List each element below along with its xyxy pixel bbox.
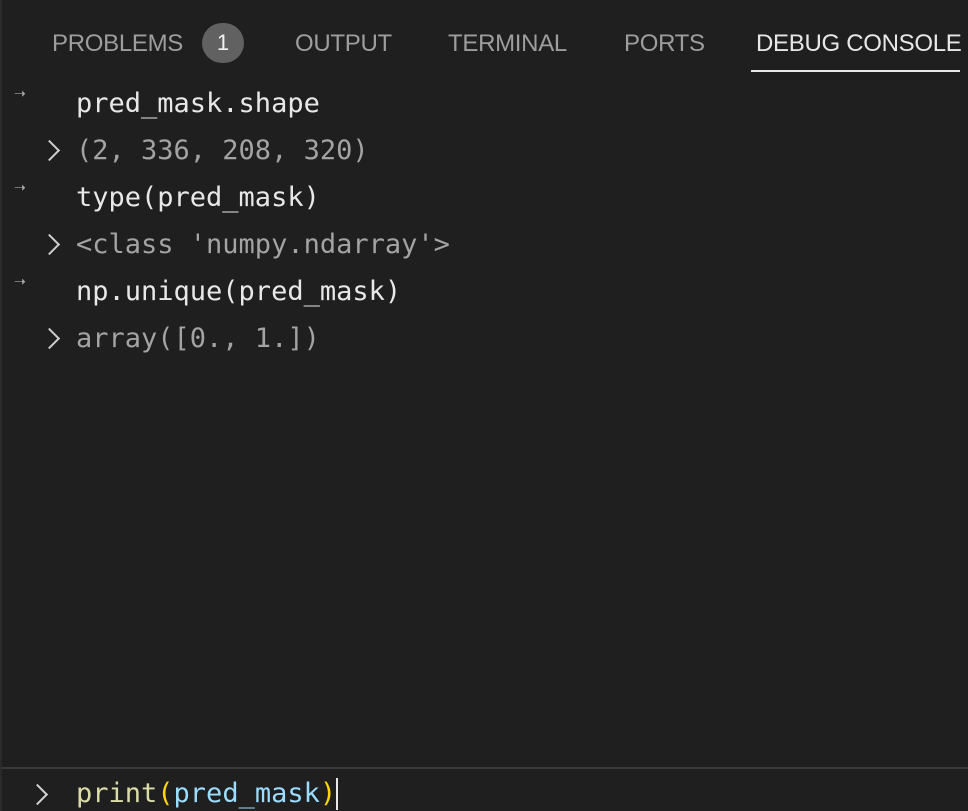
console-entry-output[interactable]: array([0., 1.]) <box>2 323 968 363</box>
active-tab-indicator <box>751 70 960 72</box>
console-input-text: np.unique(pred_mask) <box>76 276 402 307</box>
repl-variable-token: pred_mask <box>173 778 320 809</box>
console-output-text: <class 'numpy.ndarray'> <box>76 229 450 260</box>
tab-terminal[interactable]: TERMINAL <box>448 28 567 60</box>
console-entry-input: ➝ type(pred_mask) <box>2 176 968 222</box>
text-cursor <box>336 778 339 810</box>
tab-output[interactable]: OUTPUT <box>295 28 392 60</box>
repl-input[interactable]: print(pred_mask) <box>76 778 339 810</box>
chevron-right-icon[interactable] <box>38 327 61 350</box>
console-input-text: pred_mask.shape <box>76 88 320 119</box>
console-output-text: (2, 336, 208, 320) <box>76 135 369 166</box>
repl-paren-token: ) <box>319 778 337 809</box>
repl-divider <box>2 767 968 769</box>
console-output-text: array([0., 1.]) <box>76 323 320 354</box>
tab-problems[interactable]: PROBLEMS <box>52 28 183 60</box>
console-entry-output[interactable]: <class 'numpy.ndarray'> <box>2 229 968 269</box>
arrow-right-icon: ➝ <box>14 82 27 106</box>
tab-debug-console[interactable]: DEBUG CONSOLE <box>756 28 962 60</box>
repl-paren-token: ( <box>157 778 174 809</box>
chevron-right-icon[interactable] <box>38 139 61 162</box>
console-input-text: type(pred_mask) <box>76 182 320 213</box>
debug-console-panel: PROBLEMS 1 OUTPUT TERMINAL PORTS DEBUG C… <box>0 0 968 811</box>
console-entry-input: ➝ np.unique(pred_mask) <box>2 270 968 316</box>
tab-ports[interactable]: PORTS <box>624 28 705 60</box>
arrow-right-icon: ➝ <box>14 176 27 200</box>
problems-count-badge: 1 <box>202 23 244 63</box>
panel-tab-bar: PROBLEMS 1 OUTPUT TERMINAL PORTS DEBUG C… <box>2 0 968 78</box>
console-entry-input: ➝ pred_mask.shape <box>2 82 968 128</box>
arrow-right-icon: ➝ <box>14 270 27 294</box>
console-entry-output[interactable]: (2, 336, 208, 320) <box>2 135 968 175</box>
chevron-right-icon[interactable] <box>38 233 61 256</box>
chevron-right-icon <box>26 783 49 806</box>
repl-function-token: print <box>76 778 158 809</box>
